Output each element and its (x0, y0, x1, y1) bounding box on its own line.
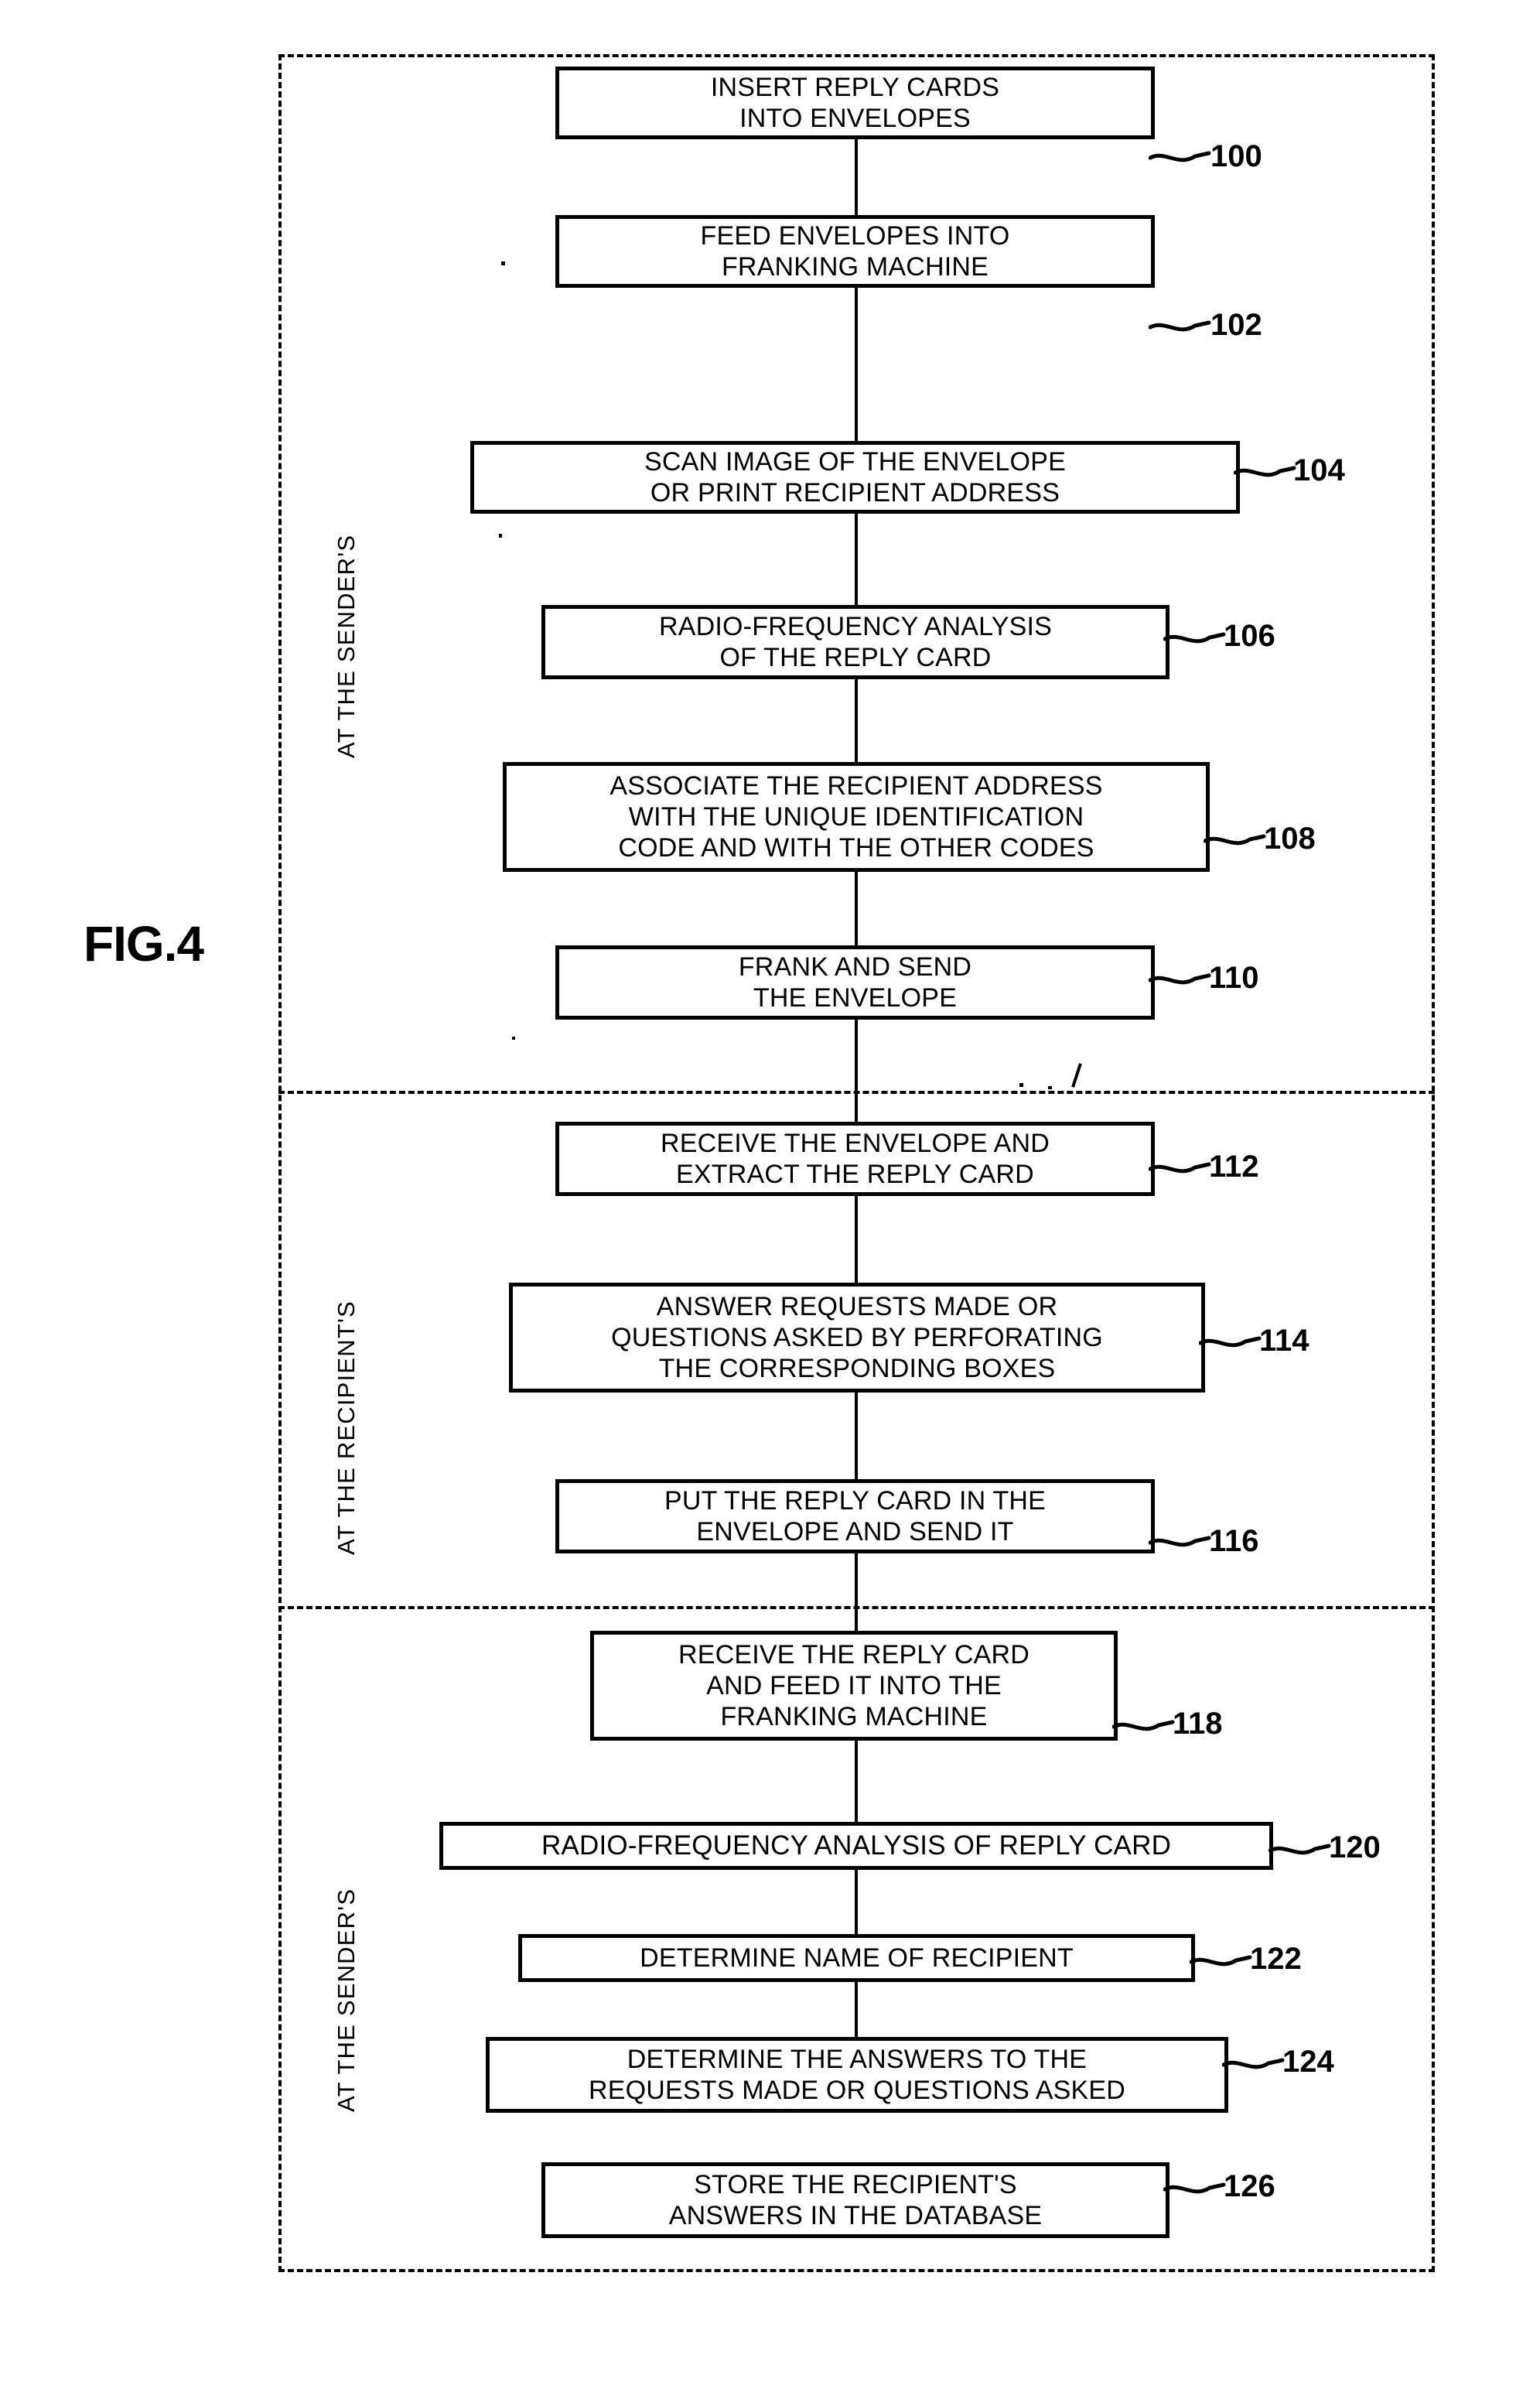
step-box-122-line-1: DETERMINE NAME OF RECIPIENT (640, 1943, 1074, 1973)
step-box-124-line-1: DETERMINE THE ANSWERS TO THE (627, 2044, 1088, 2074)
step-box-118-line-2: AND FEED IT INTO THE (706, 1670, 1002, 1700)
step-box-116-line-2: ENVELOPE AND SEND IT (696, 1517, 1014, 1546)
step-box-112-line-1: RECEIVE THE ENVELOPE AND (661, 1128, 1050, 1158)
step-box-114-line-3: THE CORRESPONDING BOXES (658, 1354, 1056, 1384)
ref-numeral-118: 118 (1173, 1707, 1223, 1741)
ref-numeral-106: 106 (1224, 619, 1275, 653)
step-box-108-line-3: CODE AND WITH THE OTHER CODES (618, 833, 1094, 863)
step-box-110[interactable]: FRANK AND SEND THE ENVELOPE (555, 945, 1155, 1020)
patent-figure-page: FIG.4 AT THE SENDER'S AT THE RECIPIENT'S… (0, 0, 1540, 2399)
step-box-102-line-2: FRANKING MACHINE (721, 252, 989, 282)
scan-artifact-6 (501, 261, 505, 265)
step-box-104-line-1: SCAN IMAGE OF THE ENVELOPE (644, 446, 1066, 477)
step-box-114[interactable]: ANSWER REQUESTS MADE OR QUESTIONS ASKED … (509, 1283, 1205, 1393)
lane-label-recipient: AT THE RECIPIENT'S (333, 1300, 360, 1555)
ref-numeral-110: 110 (1209, 961, 1259, 995)
step-box-106[interactable]: RADIO-FREQUENCY ANALYSIS OF THE REPLY CA… (541, 605, 1170, 679)
ref-numeral-102: 102 (1210, 308, 1262, 342)
step-box-108-line-2: WITH THE UNIQUE IDENTIFICATION (628, 801, 1084, 832)
ref-numeral-120: 120 (1329, 1830, 1381, 1864)
ref-numeral-100: 100 (1210, 139, 1262, 173)
step-box-102[interactable]: FEED ENVELOPES INTO FRANKING MACHINE (555, 215, 1155, 288)
step-box-114-line-1: ANSWER REQUESTS MADE OR (656, 1291, 1058, 1321)
step-box-114-line-2: QUESTIONS ASKED BY PERFORATING (611, 1322, 1103, 1352)
step-box-124[interactable]: DETERMINE THE ANSWERS TO THE REQUESTS MA… (486, 2037, 1228, 2113)
ref-numeral-112: 112 (1209, 1150, 1259, 1184)
step-box-124-line-2: REQUESTS MADE OR QUESTIONS ASKED (588, 2076, 1126, 2105)
ref-numeral-116: 116 (1209, 1524, 1259, 1558)
step-box-118[interactable]: RECEIVE THE REPLY CARD AND FEED IT INTO … (590, 1631, 1118, 1741)
step-box-100[interactable]: INSERT REPLY CARDS INTO ENVELOPES (555, 67, 1155, 139)
scan-artifact-4 (512, 1037, 515, 1040)
step-box-118-line-3: FRANKING MACHINE (720, 1702, 988, 1732)
step-box-104-line-2: OR PRINT RECIPIENT ADDRESS (650, 478, 1060, 507)
step-box-110-line-2: THE ENVELOPE (753, 983, 958, 1013)
lane-label-sender-bottom: AT THE SENDER'S (333, 1888, 360, 2112)
step-box-108-line-1: ASSOCIATE THE RECIPIENT ADDRESS (610, 771, 1103, 801)
connector-124-126 (855, 1075, 858, 2081)
step-box-104[interactable]: SCAN IMAGE OF THE ENVELOPE OR PRINT RECI… (470, 441, 1240, 514)
figure-label: FIG.4 (84, 916, 204, 972)
step-box-102-line-1: FEED ENVELOPES INTO (700, 220, 1010, 251)
step-box-112[interactable]: RECEIVE THE ENVELOPE AND EXTRACT THE REP… (555, 1122, 1155, 1196)
step-box-112-line-2: EXTRACT THE REPLY CARD (676, 1160, 1034, 1189)
ref-numeral-108: 108 (1264, 822, 1316, 856)
step-box-122[interactable]: DETERMINE NAME OF RECIPIENT (518, 1934, 1195, 1982)
step-box-126-line-2: ANSWERS IN THE DATABASE (668, 2201, 1043, 2230)
ref-numeral-104: 104 (1293, 453, 1345, 487)
step-box-126[interactable]: STORE THE RECIPIENT'S ANSWERS IN THE DAT… (541, 2162, 1170, 2238)
step-box-116-line-1: PUT THE REPLY CARD IN THE (664, 1485, 1047, 1516)
scan-artifact-2 (1019, 1083, 1023, 1087)
step-box-110-line-1: FRANK AND SEND (738, 952, 972, 982)
ref-numeral-114: 114 (1259, 1324, 1310, 1358)
step-box-108[interactable]: ASSOCIATE THE RECIPIENT ADDRESS WITH THE… (503, 762, 1210, 872)
lane-label-sender-top: AT THE SENDER'S (333, 534, 360, 758)
step-box-120[interactable]: RADIO-FREQUENCY ANALYSIS OF REPLY CARD (439, 1822, 1273, 1870)
step-box-116[interactable]: PUT THE REPLY CARD IN THE ENVELOPE AND S… (555, 1479, 1155, 1553)
scan-artifact-3 (1048, 1086, 1052, 1089)
step-box-120-line-1: RADIO-FREQUENCY ANALYSIS OF REPLY CARD (541, 1830, 1172, 1861)
step-box-118-line-1: RECEIVE THE REPLY CARD (678, 1639, 1030, 1669)
step-box-106-line-2: OF THE REPLY CARD (719, 643, 992, 672)
step-box-106-line-1: RADIO-FREQUENCY ANALYSIS (659, 611, 1052, 641)
ref-numeral-124: 124 (1282, 2045, 1334, 2079)
scan-artifact-5 (499, 534, 502, 538)
step-box-100-line-1: INSERT REPLY CARDS (710, 72, 1000, 102)
step-box-126-line-1: STORE THE RECIPIENT'S (694, 2169, 1017, 2199)
ref-numeral-122: 122 (1250, 1942, 1302, 1976)
step-box-100-line-2: INTO ENVELOPES (739, 104, 971, 133)
ref-numeral-126: 126 (1224, 2169, 1275, 2203)
